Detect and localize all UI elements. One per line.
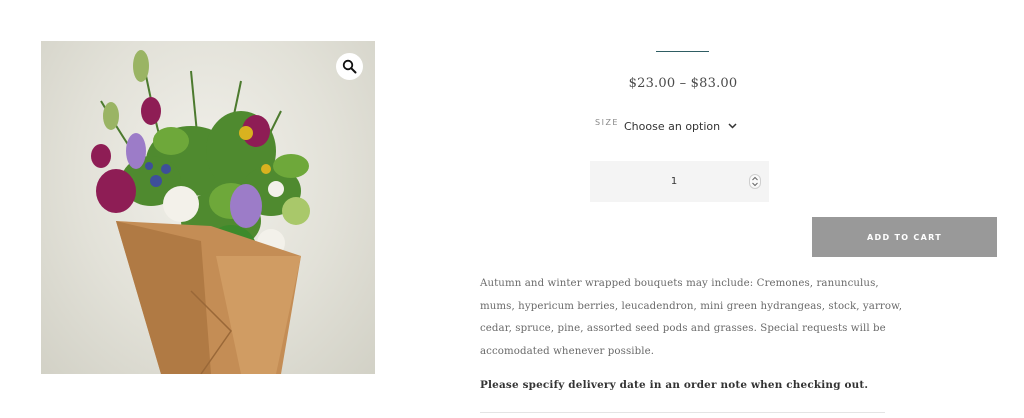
add-to-cart-button[interactable]: ADD TO CART	[812, 217, 997, 257]
price-range: $23.00 – $83.00	[628, 76, 738, 91]
chevron-down-icon	[728, 123, 737, 129]
magnifier-icon	[342, 59, 357, 74]
product-image[interactable]	[41, 41, 375, 374]
bouquet-illustration	[91, 50, 310, 374]
size-label: SIZE	[595, 118, 619, 127]
quantity-input[interactable]: 1	[590, 161, 769, 202]
title-divider	[656, 51, 709, 52]
size-select-value: Choose an option	[624, 119, 721, 133]
zoom-button[interactable]	[336, 53, 363, 80]
size-select[interactable]: Choose an option	[624, 117, 742, 135]
section-divider	[480, 412, 885, 413]
quantity-value: 1	[670, 176, 678, 187]
delivery-note: Please specify delivery date in an order…	[480, 379, 869, 391]
spinner-arrows-icon[interactable]	[749, 174, 761, 189]
product-description: Autumn and winter wrapped bouquets may i…	[480, 278, 903, 357]
